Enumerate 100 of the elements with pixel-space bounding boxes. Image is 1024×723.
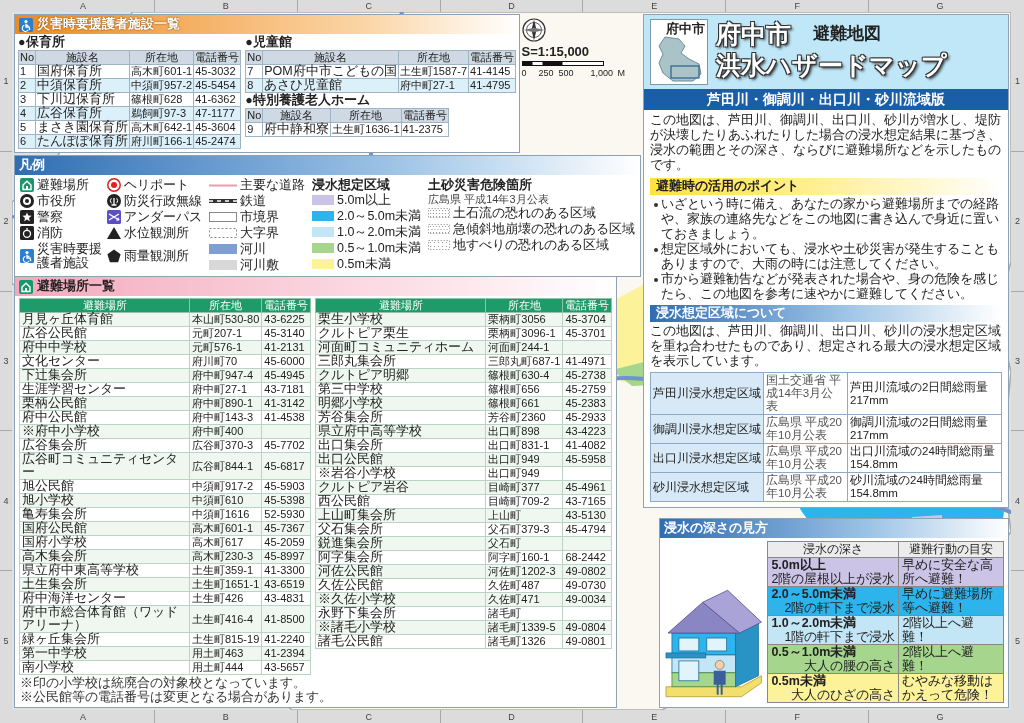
bullet-icon: [654, 248, 658, 252]
column-header: 電話番号: [193, 50, 241, 65]
table-cell: 49-0801: [562, 634, 612, 649]
table-cell: 緑ヶ丘集会所: [19, 632, 190, 647]
table-cell: 9: [245, 122, 263, 137]
table-cell: 三郎丸町687-1: [485, 354, 563, 369]
section-label: ●児童館: [245, 35, 293, 50]
table-cell: 広島県 平成20年10月公表: [763, 414, 848, 444]
point-text: 市から避難勧告などが発表された場合や、身の危険を感じたら、この地図を参考に速やかに避難してください。: [661, 272, 1000, 302]
table-cell: 1: [18, 64, 36, 79]
inset-label: 府中市: [666, 22, 705, 36]
table-cell: 府中市総合体育館（ワッドアリーナ）: [19, 605, 190, 633]
table-cell: 41-4145: [468, 64, 516, 79]
table-cell: 45-5903: [261, 479, 311, 494]
railway-line-icon: [209, 199, 237, 203]
map-title: 洪水ハザードマップ: [716, 50, 947, 81]
road-line-icon: [209, 183, 237, 187]
table-cell: 52-5930: [261, 507, 311, 522]
bullet-icon: [654, 203, 658, 207]
footnote: ※印の小学校は統廃合の対象校となっています。: [20, 676, 307, 690]
column-label: E: [651, 711, 658, 722]
table-cell: 41-4538: [261, 410, 311, 425]
table-cell: 2階以上へ避難！: [898, 644, 1004, 674]
table-cell: 府中町27-1: [189, 382, 262, 397]
scale-bar-icon: [521, 61, 604, 66]
row-label: 5: [1015, 635, 1020, 646]
table-cell: 久佐公民館: [315, 578, 486, 593]
column-header: 所在地: [129, 50, 194, 65]
table-cell: 45-4794: [562, 522, 612, 537]
table-cell: 45-2059: [261, 535, 311, 550]
zone-text: この地図は、芦田川、御調川、出口川、砂川の浸水想定区域を重ね合わせたものであり、想定される最大の浸水想定区域を表示しています。: [649, 323, 1002, 370]
table-cell: 41-4082: [562, 438, 612, 453]
scale-tick-label: 250: [538, 68, 555, 78]
table-cell: 諸毛公民館: [315, 634, 486, 649]
column-header: 浸水の深さ: [767, 541, 899, 558]
table-cell: 用土町444: [189, 660, 262, 675]
table-cell: 出口川浸水想定区域: [650, 443, 764, 473]
intro-text: この地図は、芦田川、御調川、出口川、砂川が増水し、堤防が決壊したりあふれたりした場合の浸水想定結果に基づき、浸水の範囲とその深さ、ならびに避難場所などを示したものです。: [649, 112, 1002, 174]
river-basin-banner: 芦田川・御調川・出口川・砂川流域版: [644, 89, 1008, 110]
table-cell: 45-3604: [193, 120, 241, 135]
legend-label: 主要な道路: [240, 178, 305, 192]
column-label: G: [936, 1, 944, 11]
table-cell: 国府小学校: [19, 535, 190, 550]
shelter-icon: [19, 279, 33, 294]
legend-label: 大字界: [240, 226, 279, 240]
legend-label: 避難場所: [37, 178, 89, 192]
table-cell: 早めに安全な高所へ避難！: [898, 557, 1004, 587]
table-cell: 49-0730: [562, 578, 612, 593]
column-label: G: [936, 711, 944, 722]
panel-title: 避難場所一覧: [37, 279, 115, 294]
column-label: D: [508, 1, 515, 11]
column-label: E: [651, 1, 658, 11]
row-label: 3: [3, 356, 9, 366]
section-label: ●特別養護老人ホーム: [245, 93, 371, 108]
depth-label: 0.5m未満: [771, 674, 827, 688]
table-cell: 父石集会所: [315, 522, 486, 537]
table-cell: 元町207-1: [189, 326, 262, 341]
depth-label: 5.0m以上: [771, 558, 827, 572]
scale-tick-label: 0: [521, 68, 528, 78]
double-circle-icon: [20, 194, 34, 208]
legend-label: 2.0～5.0m未満: [337, 209, 422, 223]
map-subtitle: 避難地図: [813, 24, 881, 45]
table-cell: 府中海洋センター: [19, 591, 190, 606]
column-header: 避難場所: [315, 298, 486, 313]
depth-note: 2階の軒下まで浸水: [783, 601, 896, 615]
depth-label: 2.0～5.0m未満: [771, 587, 858, 601]
riverbed-swatch-icon: [209, 260, 237, 270]
table-cell: 広谷集会所: [19, 438, 190, 453]
panel-title: 災害時要援護者施設一覧: [37, 17, 180, 32]
depth-note: 1階の軒下まで浸水: [783, 630, 896, 644]
ring-emblem-icon: [20, 226, 34, 240]
column-header: 所在地: [485, 298, 563, 313]
table-cell: クルトピア栗生: [315, 326, 486, 341]
table-cell: 芳谷町2360: [485, 410, 563, 425]
helipad-icon: [107, 178, 121, 192]
table-cell: 府中町143-3: [189, 410, 262, 425]
table-cell: POM府中市こどもの国: [262, 64, 399, 79]
table-cell: 3: [18, 92, 36, 107]
table-cell: 文化センター: [19, 354, 190, 369]
table-cell: 5: [18, 120, 36, 135]
legend-label: 河川敷: [240, 258, 279, 272]
column-header: 電話番号: [261, 298, 311, 313]
legend-label: 河川: [240, 242, 266, 256]
table-cell: 父石町379-3: [485, 522, 563, 537]
compass-icon: [521, 18, 546, 42]
table-cell: 県立府中東高等学校: [19, 563, 190, 578]
column-header: 電話番号: [468, 50, 516, 65]
table-cell: 出口集会所: [315, 438, 486, 453]
column-header: No: [245, 108, 263, 123]
table-cell: 御調川浸水想定区域: [650, 414, 764, 444]
table-cell: 出口川流域の24時間総雨量154.8mm: [847, 443, 1002, 473]
table-cell: 7: [245, 64, 263, 79]
legend-label: 警察: [37, 210, 63, 224]
column-header: 電話番号: [401, 108, 449, 123]
table-cell: 45-3032: [193, 64, 241, 79]
column-label: B: [222, 1, 229, 11]
column-header: No: [245, 50, 263, 65]
table-cell: 45-2759: [562, 382, 612, 397]
table-cell: 三郎丸集会所: [315, 354, 486, 369]
legend-label: ヘリポート: [124, 178, 189, 192]
